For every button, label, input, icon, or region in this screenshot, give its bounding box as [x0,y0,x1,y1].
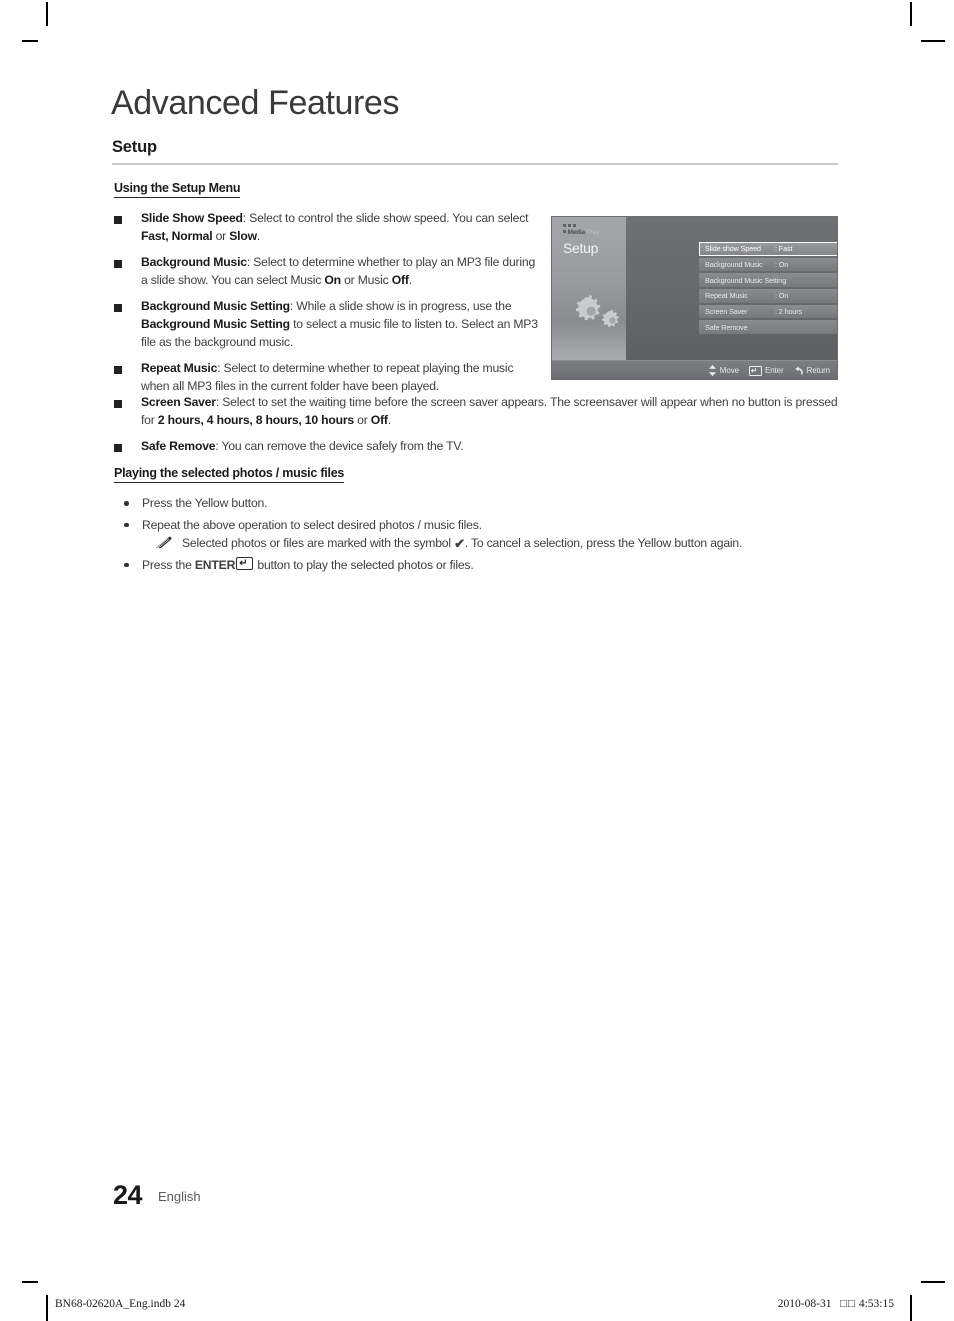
osd-menu-item-repeat-music[interactable]: Repeat Music : On [699,289,837,303]
osd-item-label: Slide show Speed [705,244,761,253]
osd-item-label: Background Music Setting [705,275,787,285]
square-bullet-icon [114,399,122,408]
setup-options-list: Slide Show Speed: Select to control the … [114,210,540,395]
note-text-after: . To cancel a selection, press the Yello… [464,536,743,550]
osd-menu-item-background-music-setting[interactable]: Background Music Setting [699,273,837,287]
tv-osd-screenshot: Media Play Setup Slide show Speed: Fast… [551,216,838,380]
list-item: Press the ENTER ↵ button to play the sele… [120,556,840,575]
page-language-label: English [158,1189,201,1204]
logo-brand: Media [567,228,586,236]
print-footer-left: BN68-02620A_Eng.indb 24 [55,1298,186,1310]
square-bullet-icon [114,303,122,312]
page-title: Setup [112,138,157,156]
round-bullet-icon [124,522,129,527]
osd-footer-bar: Move ↵ Enter Return [552,360,837,379]
checkmark-icon: ✔ [454,536,465,551]
subheading-using-setup-menu: Using the Setup Menu [114,181,241,198]
chapter-title: Advanced Features [111,84,400,122]
osd-item-value: : Fast [775,244,793,253]
subheading-playing-selected-files: Playing the selected photos / music file… [114,466,344,483]
list-item-text: Press the Yellow button. [142,496,268,510]
osd-right-panel: Slide show Speed : Fast Background Music… [626,217,837,362]
list-item-text: Background Music: Select to determine wh… [141,255,536,287]
logo-suffix: Play [586,228,600,236]
osd-hint-return: Return [794,365,831,376]
osd-hint-group: Move ↵ Enter Return [708,365,830,376]
osd-item-value: : On [775,291,789,301]
osd-menu-item-background-music[interactable]: Background Music : On [699,257,837,272]
osd-menu-list: Slide show Speed : Fast Background Music… [699,242,837,336]
footer-date: 2010-08-31 [777,1298,832,1310]
pencil-note-icon [156,536,172,549]
up-down-arrows-icon [708,365,717,376]
crop-mark-bottom-left-horizontal [22,1281,38,1283]
list-item: Screen Saver: Select to set the waiting … [114,394,838,429]
osd-menu-item-screen-saver[interactable]: Screen Saver : 2 hours [699,304,837,319]
square-bullet-icon [114,443,122,452]
list-item-text: Repeat Music: Select to determine whethe… [141,361,514,393]
list-item-text: Safe Remove: You can remove the device s… [141,439,464,454]
round-bullet-icon [124,501,129,506]
footer-tofu-glyphs: □□ [840,1298,856,1310]
enter-step-text-after: button to play the selected photos or fi… [254,557,474,572]
osd-left-panel: Media Play Setup [552,217,626,362]
print-footer-right: 2010-08-31 □□ 4:53:15 [778,1298,894,1310]
osd-hint-enter: ↵ Enter [748,365,784,376]
note-text-before: Selected photos or files are marked with… [182,536,455,550]
osd-item-label: Background Music [705,259,763,269]
note-line: Selected photos or files are marked with… [142,534,840,553]
osd-hint-move: Move [708,365,739,376]
crop-mark-top-left-vertical [46,2,48,26]
manual-page: Advanced Features Setup Using the Setup … [0,0,954,1321]
osd-hint-label: Return [806,366,831,375]
osd-menu-item-slide-show-speed[interactable]: Slide show Speed : Fast [699,242,837,256]
osd-item-value: : 2 hours [775,306,803,316]
crop-mark-top-right-vertical [910,2,912,26]
enter-key-icon: ↵ [748,365,762,376]
osd-item-label: Safe Remove [705,322,748,332]
square-bullet-icon [114,215,122,224]
logo-squares [563,224,623,227]
return-arrow-icon [794,365,804,376]
enter-step-text-before: Press the [142,557,195,572]
round-bullet-icon [124,562,129,567]
list-item-text: Repeat the above operation to select des… [142,517,482,532]
osd-menu-item-safe-remove[interactable]: Safe Remove [699,320,837,334]
playing-steps-list: Press the Yellow button. Repeat the abov… [120,494,840,577]
gears-icon [575,294,619,328]
square-bullet-icon [114,365,122,374]
crop-mark-bottom-right-horizontal [921,1281,945,1283]
list-item-text: Screen Saver: Select to set the waiting … [141,395,838,427]
list-item: Background Music Setting: While a slide … [114,298,540,351]
setup-options-list-wide: Screen Saver: Select to set the waiting … [114,394,838,456]
enter-key-icon: ↵ [236,556,254,570]
list-item-text: Background Music Setting: While a slide … [141,299,538,349]
square-bullet-icon [114,259,122,268]
osd-item-label: Repeat Music [705,291,748,301]
list-item: Background Music: Select to determine wh… [114,254,540,289]
osd-item-value: : On [775,259,789,269]
page-number: 24 [113,1180,143,1210]
osd-hint-label: Enter [764,366,784,375]
list-item: Safe Remove: You can remove the device s… [114,438,838,456]
enter-label: ENTER [194,557,236,572]
crop-mark-top-left-horizontal [22,40,38,42]
list-item-text: Slide Show Speed: Select to control the … [141,211,529,243]
footer-time: 4:53:15 [858,1298,894,1310]
media-play-logo: Media Play [563,224,623,236]
osd-hint-label: Move [719,366,739,375]
list-item: Repeat the above operation to select des… [120,516,840,553]
list-item: Press the Yellow button. [120,494,840,513]
crop-mark-bottom-right-vertical [910,1295,912,1321]
list-item: Slide Show Speed: Select to control the … [114,210,540,245]
crop-mark-top-right-horizontal [921,40,945,42]
osd-item-label: Screen Saver [705,306,748,316]
osd-heading: Setup [563,240,599,256]
crop-mark-bottom-left-vertical [46,1295,48,1321]
section-divider [112,163,838,165]
logo-square-icon [563,229,566,233]
list-item: Repeat Music: Select to determine whethe… [114,360,540,395]
